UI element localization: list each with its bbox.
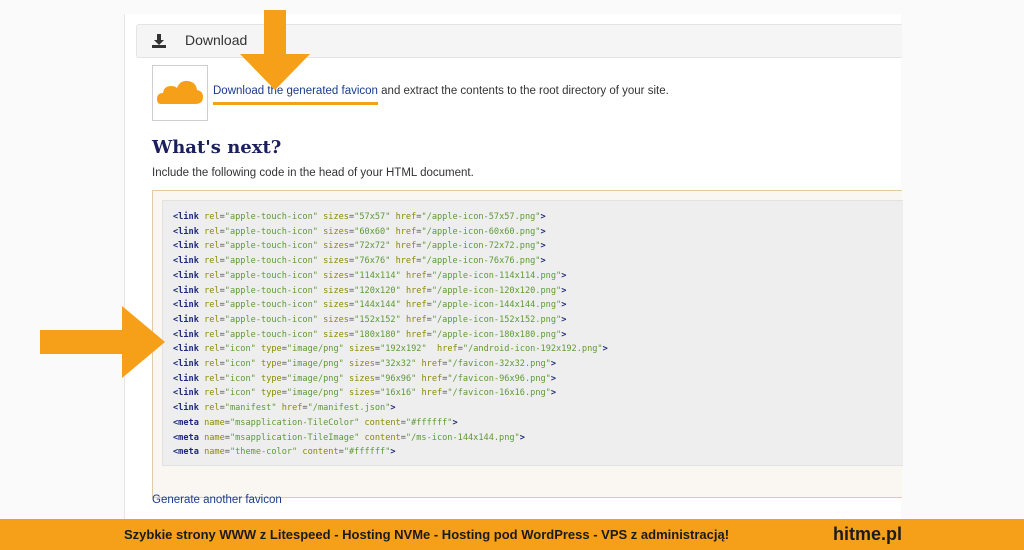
- code-line: <meta name="msapplication-TileImage" con…: [173, 432, 525, 443]
- right-arrow-icon: [40, 306, 165, 378]
- code-line: <link rel="apple-touch-icon" sizes="57x5…: [173, 212, 546, 222]
- code-line: <link rel="apple-touch-icon" sizes="72x7…: [173, 241, 546, 252]
- code-line: <link rel="apple-touch-icon" sizes="120x…: [173, 285, 567, 296]
- code-line: <meta name="theme-color" content="#fffff…: [173, 447, 396, 458]
- download-instruction-text: and extract the contents to the root dir…: [377, 85, 669, 97]
- cloud-icon: [157, 80, 203, 104]
- code-line: <link rel="icon" type="image/png" sizes=…: [173, 388, 557, 399]
- code-line: <link rel="icon" type="image/png" sizes=…: [173, 359, 557, 370]
- code-block[interactable]: <link rel="apple-touch-icon" sizes="57x5…: [162, 200, 903, 466]
- code-line: <link rel="icon" type="image/png" sizes=…: [173, 344, 608, 355]
- code-line: <link rel="manifest" href="/manifest.jso…: [173, 403, 396, 414]
- down-arrow-icon: [240, 10, 310, 90]
- promo-text: Szybkie strony WWW z Litespeed - Hosting…: [124, 527, 730, 542]
- download-header-title: Download: [185, 32, 248, 48]
- whats-next-heading: What's next?: [152, 137, 282, 158]
- code-line: <link rel="apple-touch-icon" sizes="152x…: [173, 314, 567, 325]
- code-line: <link rel="apple-touch-icon" sizes="144x…: [173, 300, 567, 311]
- code-line: <link rel="apple-touch-icon" sizes="60x6…: [173, 226, 546, 237]
- code-line: <link rel="icon" type="image/png" sizes=…: [173, 373, 557, 384]
- download-icon: [151, 33, 167, 49]
- code-snippet-box: <link rel="apple-touch-icon" sizes="57x5…: [152, 190, 903, 498]
- code-line: <meta name="msapplication-TileColor" con…: [173, 417, 458, 428]
- brand-logo-text: hitme.pl: [833, 524, 903, 544]
- include-instruction: Include the following code in the head o…: [152, 167, 474, 179]
- code-line: <link rel="apple-touch-icon" sizes="180x…: [173, 329, 567, 340]
- highlight-underline: [213, 102, 378, 105]
- code-line: <link rel="apple-touch-icon" sizes="114x…: [173, 270, 567, 281]
- promo-banner[interactable]: Szybkie strony WWW z Litespeed - Hosting…: [0, 519, 1024, 550]
- favicon-preview-thumbnail: [152, 65, 208, 121]
- code-line: <link rel="apple-touch-icon" sizes="76x7…: [173, 256, 546, 267]
- code-lines: <link rel="apple-touch-icon" sizes="57x5…: [173, 210, 608, 460]
- generate-another-favicon-link[interactable]: Generate another favicon: [152, 494, 282, 506]
